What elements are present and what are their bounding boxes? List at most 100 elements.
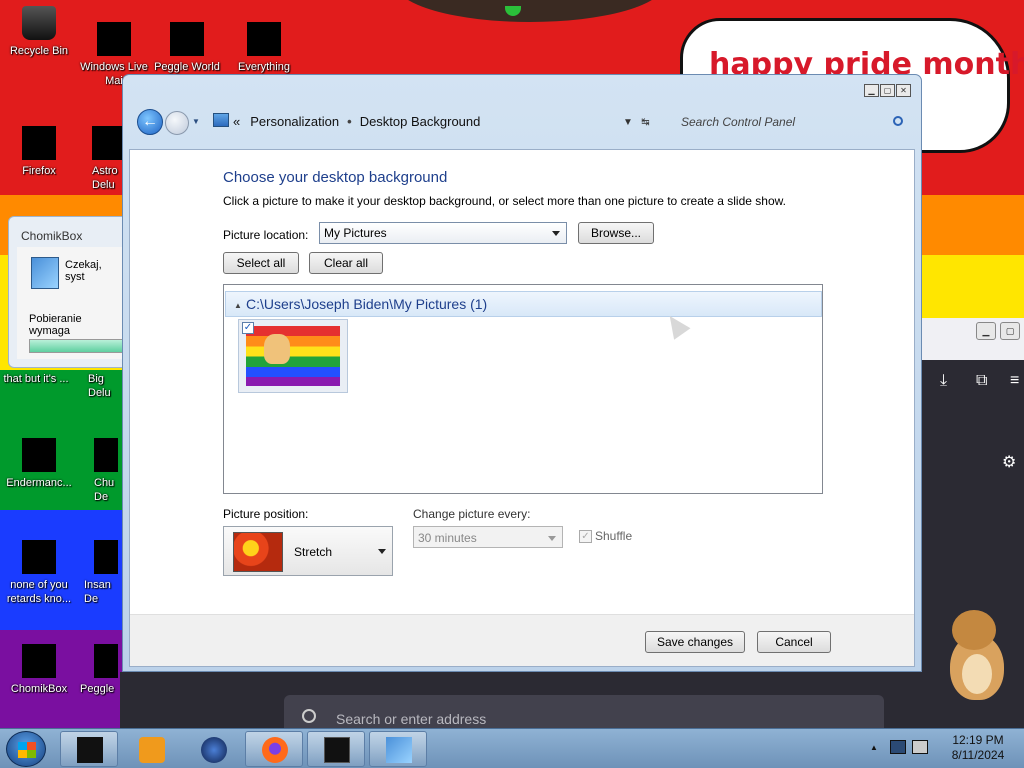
firefox-icon [262, 737, 288, 763]
picture-position-label: Picture position: [223, 507, 309, 521]
desktop-icon-big-delu[interactable]: Big Delu [80, 372, 122, 400]
taskbar-item-firefox[interactable] [245, 731, 303, 767]
peggle-icon [94, 644, 118, 678]
picture-position-select[interactable]: Stretch [223, 526, 393, 576]
collapse-triangle-icon[interactable]: ▲ [234, 301, 242, 310]
picture-list: ▲ C:\Users\Joseph Biden\My Pictures (1) … [223, 284, 823, 494]
file-explorer-icon [77, 737, 103, 763]
close-button[interactable]: ✕ [896, 84, 911, 97]
chomikbox-title: ChomikBox [21, 229, 83, 243]
clock-time: 12:19 PM [952, 733, 1004, 747]
search-control-panel-input[interactable]: Search Control Panel [675, 109, 911, 135]
desktop-icon-label: Everything [238, 61, 290, 73]
browser-minimize-button[interactable]: ▁ [976, 322, 996, 340]
address-dropdown-chevron-icon[interactable]: ▼ ↹ [623, 117, 650, 128]
back-arrow-icon[interactable]: ← [137, 109, 163, 135]
page-title: Choose your desktop background [223, 169, 448, 186]
extensions-icon[interactable]: ⧉ [976, 372, 987, 390]
address-placeholder: Search or enter address [336, 711, 487, 727]
desktop-background-window: ▁ ▢ ✕ ← ▼ « Personalization • Desktop Backg… [122, 74, 922, 672]
astro-delu-icon [92, 126, 122, 160]
settings-gear-icon[interactable]: ⚙ [1002, 452, 1016, 472]
taskbar-item-explorer[interactable] [60, 731, 118, 767]
picture-character [264, 334, 290, 364]
desktop-icon-label: that but it's ... [3, 373, 69, 385]
picture-location-select[interactable]: My Pictures [319, 222, 567, 244]
desktop-icon-firefox[interactable]: Firefox [3, 126, 75, 178]
shuffle-label: Shuffle [595, 529, 633, 543]
desktop-icon-label: Peggle [80, 683, 115, 695]
desktop-icon-everything[interactable]: Everything [228, 22, 300, 74]
clear-all-button[interactable]: Clear all [309, 252, 383, 274]
chomikbox-dialog: ChomikBox Czekaj, syst Pobieranie wymaga [8, 216, 125, 368]
cancel-button[interactable]: Cancel [757, 631, 831, 653]
taskbar-item-media-player[interactable] [122, 731, 180, 767]
desktop-icon-astro-delu[interactable]: Astro Delu [78, 126, 122, 192]
desktop-icon-label: Endermanc... [6, 477, 72, 489]
picture-thumbnail[interactable]: ✓ [238, 319, 348, 393]
hamster-head [952, 610, 996, 650]
dialog-footer: Save changes Cancel [130, 614, 914, 666]
chevron-down-icon [378, 549, 386, 554]
desktop-icon-insan-de[interactable]: Insan De [80, 540, 122, 606]
browse-button[interactable]: Browse... [578, 222, 654, 244]
window-caption-buttons: ▁ ▢ ✕ [864, 84, 911, 97]
breadcrumb-overflow-chevron-icon[interactable]: « [233, 114, 240, 129]
desktop-icon-chomikbox[interactable]: ChomikBox [3, 644, 75, 696]
pride-picture-image [246, 326, 340, 386]
minimize-button[interactable]: ▁ [864, 84, 879, 97]
breadcrumb-personalization[interactable]: Personalization [250, 114, 339, 129]
firefox-icon [22, 126, 56, 160]
browser-maximize-button[interactable]: ▢ [1000, 322, 1020, 340]
endermanch-icon [22, 438, 56, 472]
save-changes-button[interactable]: Save changes [645, 631, 745, 653]
breadcrumb-desktop-background[interactable]: Desktop Background [360, 114, 481, 129]
change-picture-interval-select[interactable]: 30 minutes [413, 526, 563, 548]
picture-group-header[interactable]: ▲ C:\Users\Joseph Biden\My Pictures (1) [225, 291, 822, 317]
media-player-icon [139, 737, 165, 763]
picture-location-value: My Pictures [324, 226, 387, 240]
breadcrumb: « Personalization • Desktop Background [233, 114, 480, 129]
windows-logo-icon [18, 742, 36, 758]
desktop-icon-endermanch[interactable]: Endermanc... [3, 438, 75, 490]
desktop-icon-none-of-you[interactable]: none of you retards kno... [3, 540, 75, 606]
windows-live-mail-icon [97, 22, 131, 56]
chevron-down-icon [548, 536, 556, 541]
search-icon[interactable] [893, 116, 903, 126]
desktop-icon-peggle-world[interactable]: Peggle World [151, 22, 223, 74]
clock-date: 8/11/2024 [951, 748, 1005, 762]
recent-pages-chevron-icon[interactable]: ▼ [192, 117, 200, 126]
desktop-icon-that-but-its[interactable]: that but it's ... [0, 372, 72, 386]
show-hidden-icons-chevron-icon[interactable]: ▲ [870, 743, 878, 752]
menu-icon[interactable]: ≡ [1010, 372, 1019, 390]
picture-group-label: C:\Users\Joseph Biden\My Pictures (1) [246, 296, 488, 312]
breadcrumb-separator[interactable]: • [347, 114, 352, 129]
chomikbox-icon [22, 644, 56, 678]
search-icon [302, 709, 316, 723]
network-icon[interactable] [890, 740, 906, 754]
clock[interactable]: 12:19 PM 8/11/2024 [942, 733, 1014, 763]
download-icon[interactable]: ⤓ [940, 372, 947, 390]
picture-location-label: Picture location: [223, 228, 309, 242]
select-all-button[interactable]: Select all [223, 252, 299, 274]
forward-arrow-icon[interactable] [165, 111, 189, 135]
installer-icon [386, 737, 412, 763]
chomikbox-status: Czekaj, syst [65, 259, 102, 283]
maximize-button[interactable]: ▢ [880, 84, 895, 97]
picture-checkbox[interactable]: ✓ [242, 322, 254, 334]
desktop-icon-recycle-bin[interactable]: Recycle Bin [3, 6, 75, 58]
system-tray: ▲ 12:19 PM 8/11/2024 [862, 729, 1024, 768]
desktop-icon-chu-de[interactable]: Chu De [80, 438, 122, 504]
desktop-icon-label: Astro Delu [92, 165, 118, 191]
taskbar-item-installer[interactable] [369, 731, 427, 767]
window-content: Choose your desktop background Click a p… [129, 149, 915, 667]
desktop-icon-peggle[interactable]: Peggle [78, 644, 122, 696]
search-placeholder: Search Control Panel [681, 115, 796, 129]
hamster-belly [962, 654, 992, 694]
taskbar-item-cmd[interactable] [307, 731, 365, 767]
taskbar-item-globe[interactable] [184, 731, 242, 767]
volume-icon[interactable] [912, 740, 928, 754]
shuffle-checkbox[interactable]: ✓ [579, 530, 592, 543]
installer-icon [31, 257, 59, 289]
start-button[interactable] [6, 731, 46, 767]
